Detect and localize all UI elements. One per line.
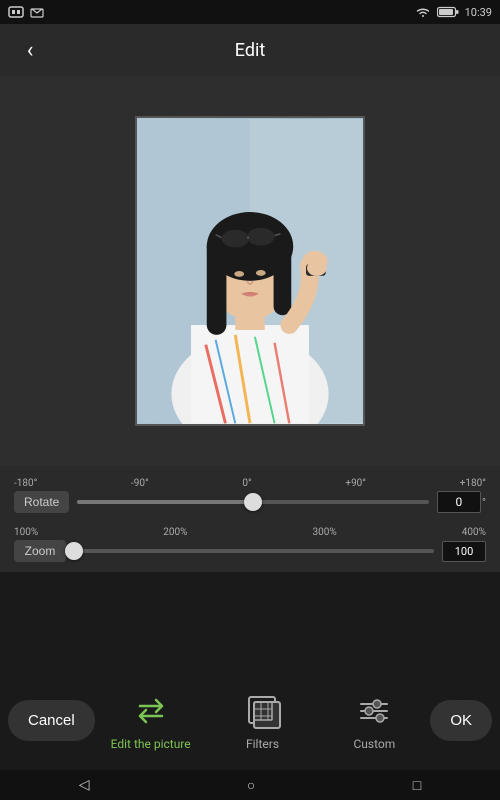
tab-filters[interactable]: Filters <box>207 689 319 751</box>
rotate-min-label: -180° <box>14 478 37 489</box>
status-bar: 10:39 <box>0 0 500 24</box>
rotate-max-label: +180° <box>460 478 486 489</box>
rotate-value[interactable]: 0 <box>437 491 481 513</box>
controls-area: -180° -90° 0° +90° +180° Rotate 0 ° 100%… <box>0 466 500 572</box>
time-display: 10:39 <box>465 6 492 19</box>
swap-arrows-svg <box>132 692 170 730</box>
zoom-q2-label: 300% <box>313 527 337 538</box>
rotate-slider-row: -180° -90° 0° +90° +180° Rotate 0 ° <box>0 474 500 523</box>
nav-home-icon[interactable]: ○ <box>247 777 255 794</box>
filters-svg <box>244 692 282 730</box>
back-button[interactable]: ‹ <box>12 32 48 68</box>
edit-picture-label: Edit the picture <box>111 737 191 751</box>
zoom-button[interactable]: Zoom <box>14 540 66 562</box>
filters-icon <box>241 689 285 733</box>
status-right: 10:39 <box>415 6 492 19</box>
filters-label: Filters <box>246 737 279 751</box>
zoom-labels: 100% 200% 300% 400% <box>14 527 486 540</box>
custom-icon <box>352 689 396 733</box>
tab-custom[interactable]: Custom <box>318 689 430 751</box>
rotate-q1-label: -90° <box>131 478 149 489</box>
rotate-button[interactable]: Rotate <box>14 491 69 513</box>
zoom-min-label: 100% <box>14 527 38 538</box>
status-left <box>8 6 44 18</box>
notification-icon <box>30 6 44 18</box>
image-area <box>0 76 500 466</box>
zoom-track[interactable] <box>74 549 434 553</box>
ok-button[interactable]: OK <box>430 700 492 741</box>
rotate-thumb <box>244 493 262 511</box>
zoom-thumb <box>65 542 83 560</box>
cancel-button[interactable]: Cancel <box>8 700 95 741</box>
custom-svg <box>355 692 393 730</box>
page-title: Edit <box>235 40 265 61</box>
nav-back-icon[interactable]: ◁ <box>79 777 90 793</box>
battery-icon <box>437 6 459 18</box>
top-bar: ‹ Edit <box>0 24 500 76</box>
sim-icon <box>8 6 24 18</box>
zoom-slider-row: 100% 200% 300% 400% Zoom 100 <box>0 523 500 572</box>
rotate-degree-sign: ° <box>482 496 486 509</box>
rotate-labels: -180° -90° 0° +90° +180° <box>14 478 486 491</box>
rotate-center-label: 0° <box>242 478 251 489</box>
rotate-fill <box>77 500 253 504</box>
bottom-tabs: Cancel Edit the picture <box>0 670 500 770</box>
nav-recents-icon[interactable]: □ <box>413 777 421 794</box>
custom-label: Custom <box>353 737 395 751</box>
rotate-track[interactable] <box>77 500 429 504</box>
photo-frame <box>135 116 365 426</box>
nav-bar: ◁ ○ □ <box>0 770 500 800</box>
zoom-value[interactable]: 100 <box>442 541 486 562</box>
edit-picture-icon <box>129 689 173 733</box>
rotate-track-container: Rotate 0 ° <box>14 491 486 513</box>
portrait-image <box>137 118 363 424</box>
tab-edit-picture[interactable]: Edit the picture <box>95 689 207 751</box>
wifi-icon <box>415 6 431 18</box>
photo-inner <box>137 118 363 424</box>
zoom-q1-label: 200% <box>163 527 187 538</box>
zoom-track-container: Zoom 100 <box>14 540 486 562</box>
rotate-q3-label: +90° <box>345 478 366 489</box>
zoom-max-label: 400% <box>462 527 486 538</box>
